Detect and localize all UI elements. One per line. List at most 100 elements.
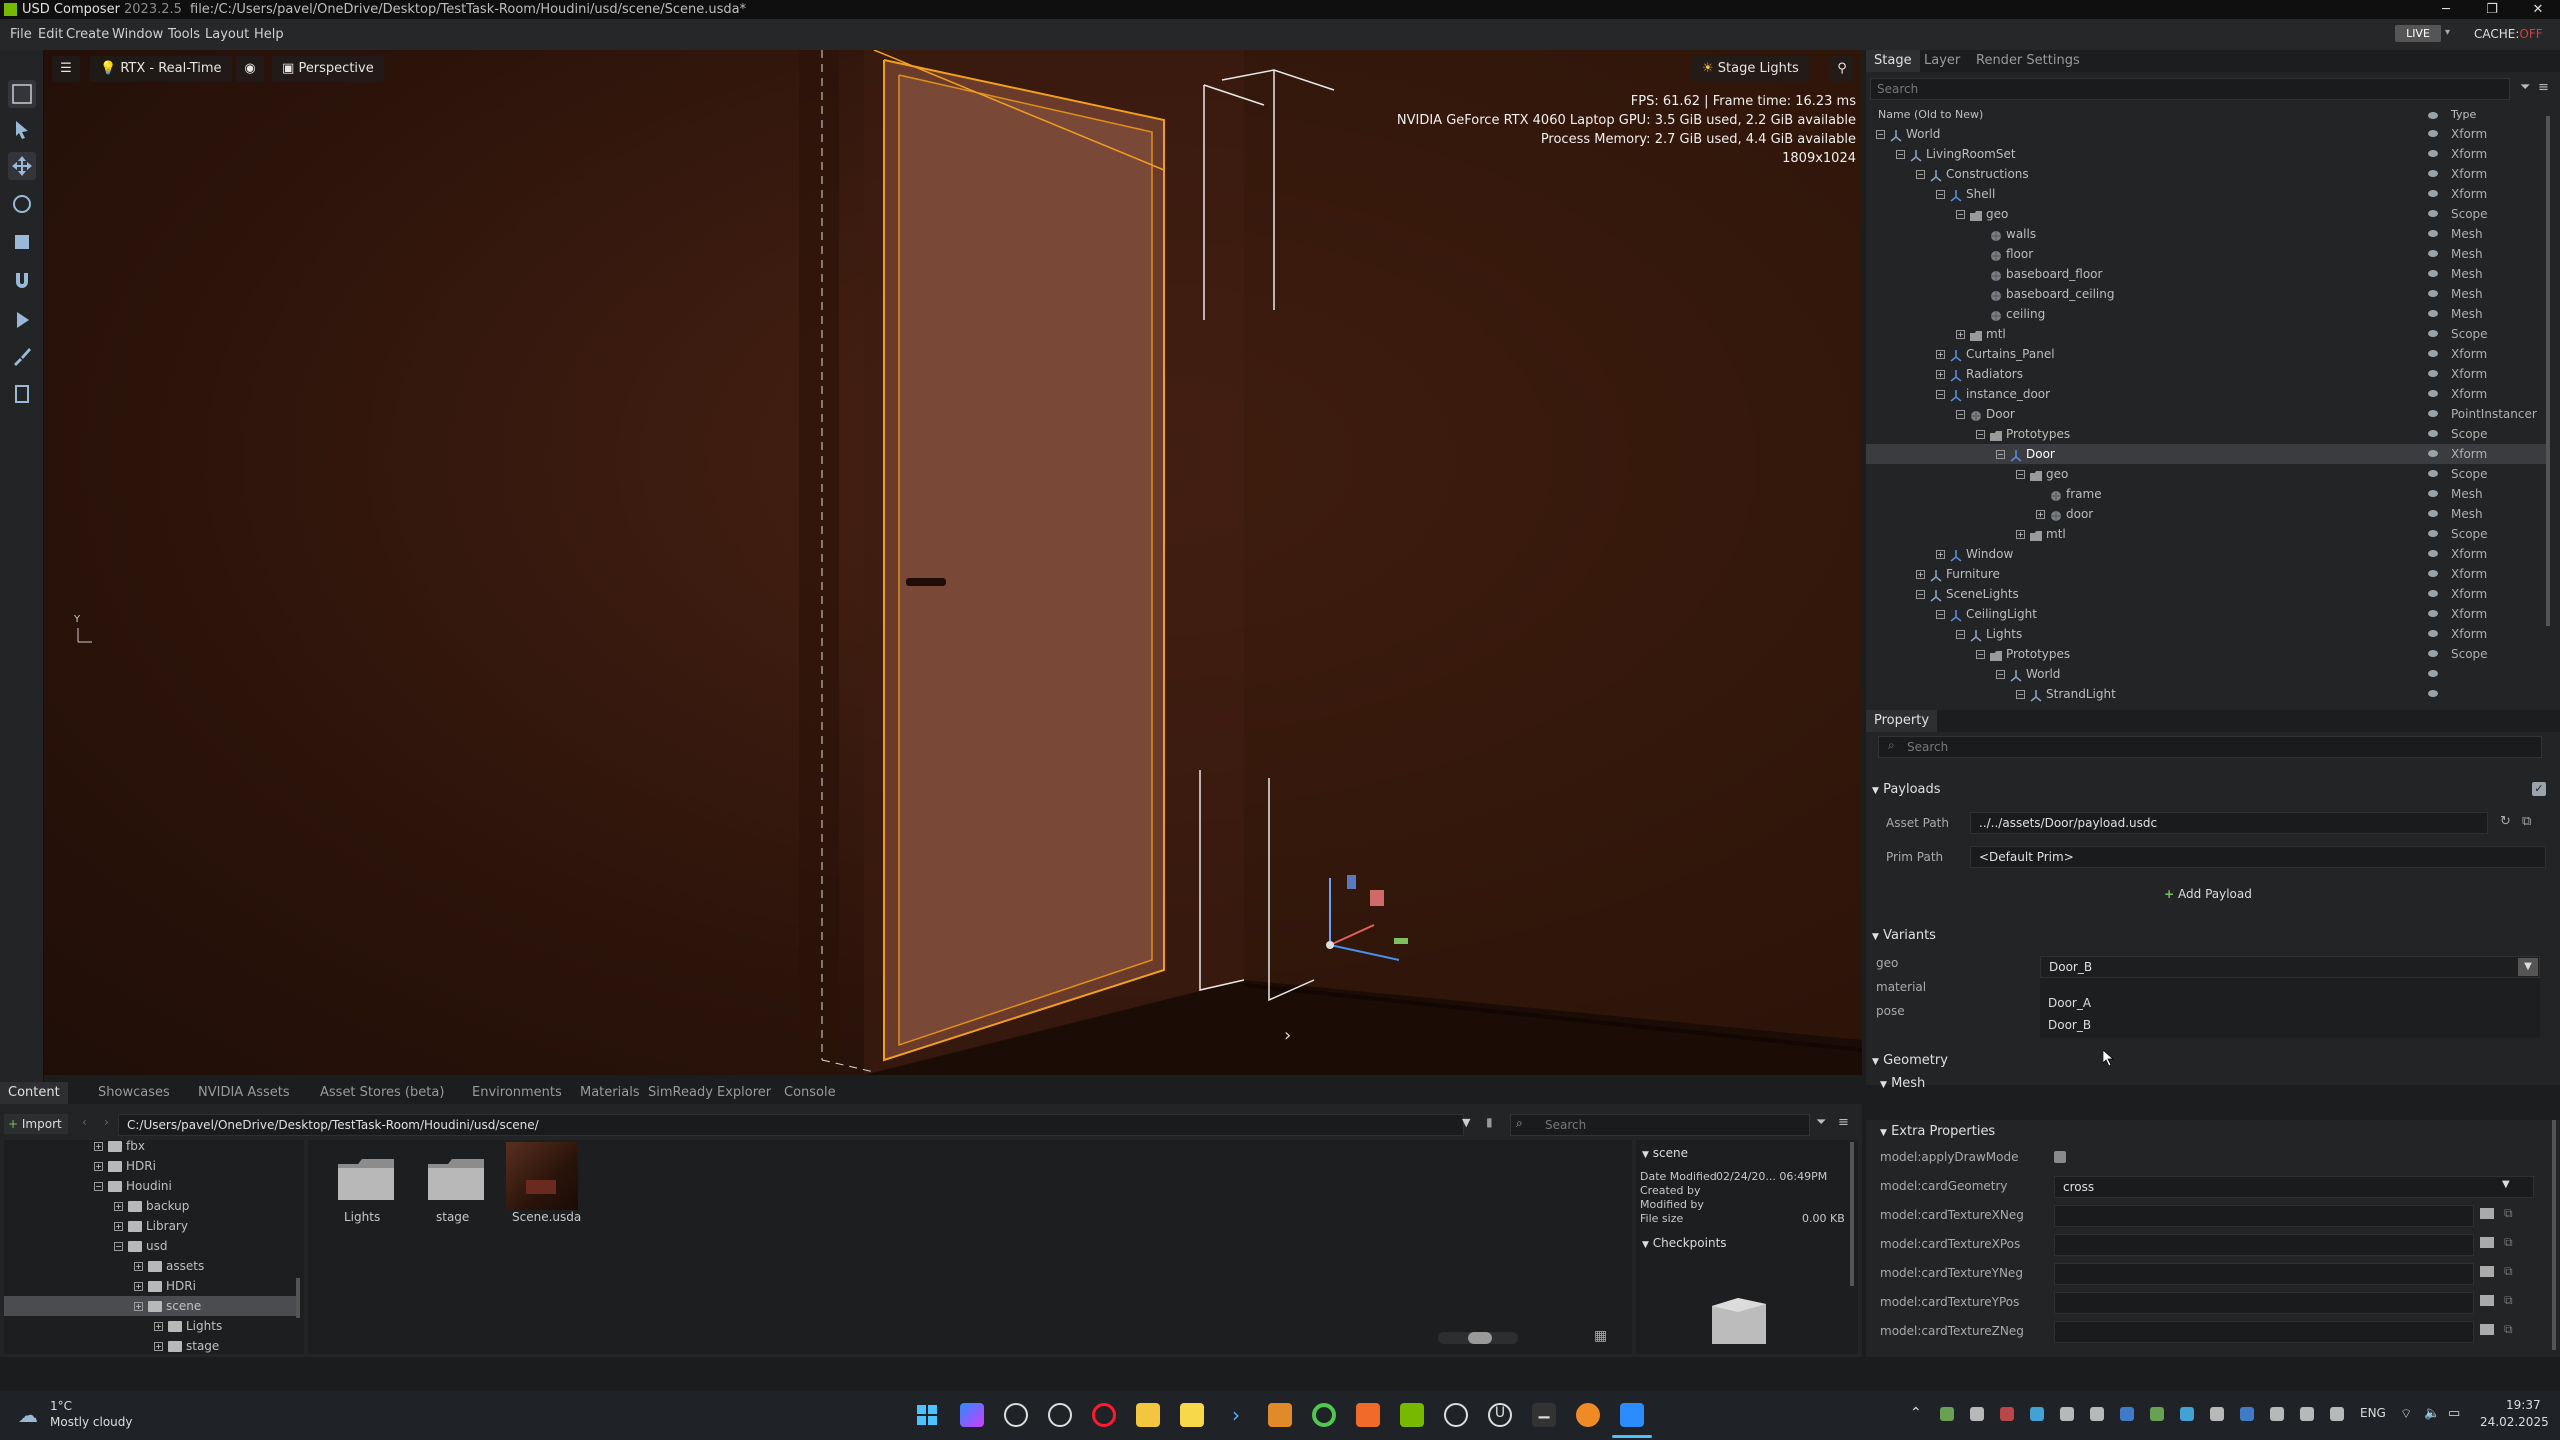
tray-app-10-icon[interactable] — [2210, 1407, 2224, 1421]
visibility-eye-icon[interactable] — [2428, 630, 2438, 637]
visibility-eye-icon[interactable] — [2428, 650, 2438, 657]
stage-tree-row[interactable]: + Curtains_Panel Xform — [1866, 344, 2546, 364]
collapse-icon[interactable]: − — [1936, 610, 1945, 619]
reload-icon[interactable]: ↻ — [2500, 814, 2511, 829]
stage-tree-row[interactable]: − geo Scope — [1866, 204, 2546, 224]
content-tab[interactable]: Materials — [572, 1082, 648, 1104]
tray-app-11-icon[interactable] — [2240, 1407, 2254, 1421]
stage-tree-row[interactable]: − geo Scope — [1866, 464, 2546, 484]
folder-tree-row[interactable]: − Houdini — [4, 1176, 296, 1196]
stage-tree-row[interactable]: + mtl Scope — [1866, 524, 2546, 544]
maximize-button[interactable]: ❐ — [2474, 0, 2510, 19]
texture-path-field[interactable] — [2054, 1292, 2474, 1314]
collapse-icon[interactable]: − — [1996, 670, 2005, 679]
texture-path-field[interactable] — [2054, 1263, 2474, 1285]
folder-tree-scrollbar[interactable] — [296, 1278, 300, 1318]
viewport-settings-icon[interactable]: ☰ — [52, 56, 80, 82]
stage-tree-row[interactable]: − CeilingLight Xform — [1866, 604, 2546, 624]
stage-tree-row[interactable]: − Constructions Xform — [1866, 164, 2546, 184]
tray-app-7-icon[interactable] — [2120, 1407, 2134, 1421]
expand-icon[interactable]: + — [94, 1162, 103, 1171]
tray-chevron-icon[interactable]: ⌃ — [1910, 1405, 1922, 1421]
visibility-eye-icon[interactable] — [2428, 290, 2438, 297]
zoom-slider[interactable] — [1438, 1332, 1518, 1344]
grid-view-icon[interactable]: ▦ — [1594, 1328, 1607, 1344]
folder-browse-icon[interactable] — [2480, 1266, 2494, 1277]
folder-icon[interactable] — [336, 1154, 396, 1200]
add-payload-button[interactable]: + Add Payload — [1870, 882, 2546, 906]
link-icon[interactable]: ⧉ — [2504, 1322, 2513, 1337]
visibility-eye-icon[interactable] — [2428, 610, 2438, 617]
move-tool-icon[interactable] — [8, 152, 36, 180]
expand-icon[interactable]: + — [2016, 530, 2025, 539]
live-chevron-icon[interactable]: ▾ — [2445, 27, 2450, 38]
collapse-icon[interactable]: − — [2016, 690, 2025, 699]
menu-create[interactable]: Create — [66, 27, 109, 42]
github-icon[interactable] — [1048, 1403, 1072, 1427]
stage-tree-row[interactable]: − Prototypes Scope — [1866, 644, 2546, 664]
terminal-arrow-icon[interactable]: › — [1224, 1403, 1248, 1427]
stage-tree-row[interactable]: − Lights Xform — [1866, 624, 2546, 644]
stage-lights-button[interactable]: ☀ Stage Lights — [1692, 56, 1809, 82]
stage-tree-row[interactable]: − Door Xform — [1866, 444, 2546, 464]
tray-app-5-icon[interactable] — [2060, 1407, 2074, 1421]
content-tab[interactable]: Asset Stores (beta) — [312, 1082, 452, 1104]
texture-path-field[interactable] — [2054, 1205, 2474, 1227]
tray-app-14-icon[interactable] — [2330, 1407, 2344, 1421]
dropdown-arrow-icon[interactable]: ▼ — [2518, 958, 2538, 976]
dropdown-arrow-icon[interactable]: ▼ — [2502, 1179, 2510, 1190]
opera-icon[interactable] — [1092, 1403, 1116, 1427]
tray-app-3-icon[interactable] — [2000, 1407, 2014, 1421]
info-scrollbar[interactable] — [1850, 1142, 1854, 1286]
folder-tree-row[interactable]: + Library — [4, 1216, 296, 1236]
wifi-icon[interactable]: ⌔ — [2400, 1406, 2412, 1422]
collapse-icon[interactable]: − — [1956, 410, 1965, 419]
col-type-header[interactable]: Type — [2451, 108, 2476, 121]
visibility-eye-icon[interactable] — [2428, 450, 2438, 457]
visibility-eye-icon[interactable] — [2428, 590, 2438, 597]
menu-icon[interactable]: ≡ — [1838, 1115, 1849, 1130]
chevron-right-icon[interactable]: › — [1284, 1025, 1291, 1046]
stage-tree-row[interactable]: − Prototypes Scope — [1866, 424, 2546, 444]
blender-icon[interactable] — [1576, 1403, 1600, 1427]
extra-properties-section[interactable]: ▼ Extra Properties — [1874, 1120, 2554, 1144]
copilot-icon[interactable] — [960, 1403, 984, 1427]
variants-section[interactable]: ▼ Variants — [1866, 924, 2546, 948]
expand-icon[interactable]: + — [1956, 330, 1965, 339]
battery-icon[interactable]: ▭ — [2448, 1406, 2460, 1421]
expand-icon[interactable]: + — [1936, 370, 1945, 379]
visibility-eye-icon[interactable] — [2428, 130, 2438, 137]
mesh-section[interactable]: ▼ Mesh — [1874, 1072, 2554, 1096]
card-geometry-select[interactable]: cross — [2054, 1176, 2534, 1198]
content-search-input[interactable]: Search — [1510, 1114, 1810, 1136]
variant-option-door-a[interactable]: Door_A — [2048, 996, 2091, 1010]
asset-path-field[interactable]: ../../assets/Door/payload.usdc — [1970, 812, 2488, 834]
file-explorer-icon[interactable] — [1136, 1403, 1160, 1427]
visibility-eye-icon[interactable] — [2428, 170, 2438, 177]
expand-icon[interactable]: + — [114, 1222, 123, 1231]
folder-browse-icon[interactable] — [2480, 1237, 2494, 1248]
menu-layout[interactable]: Layout — [205, 27, 249, 42]
sticky-notes-icon[interactable] — [1180, 1403, 1204, 1427]
tray-app-1-icon[interactable] — [1940, 1407, 1954, 1421]
expand-icon[interactable]: + — [114, 1202, 123, 1211]
stage-tree-row[interactable]: floor Mesh — [1866, 244, 2546, 264]
collapse-icon[interactable]: − — [1916, 590, 1925, 599]
terminal-icon[interactable]: ▁ — [1532, 1403, 1556, 1427]
camera-button[interactable]: ▣ Perspective — [272, 56, 384, 82]
link-icon[interactable]: ⧉ — [2504, 1264, 2513, 1279]
collapse-icon[interactable]: − — [1996, 450, 2005, 459]
property-search-input[interactable]: Search — [1878, 736, 2542, 758]
visibility-eye-icon[interactable] — [2428, 510, 2438, 517]
visibility-eye-icon[interactable] — [2428, 250, 2438, 257]
filter-icon[interactable]: ⏷ — [1816, 1115, 1826, 1130]
folder-browse-icon[interactable] — [2480, 1324, 2494, 1335]
path-dropdown-icon[interactable]: ▼ — [1462, 1116, 1470, 1129]
content-tab[interactable]: Environments — [464, 1082, 570, 1104]
visibility-eye-icon[interactable] — [2428, 410, 2438, 417]
stage-tree-row[interactable]: walls Mesh — [1866, 224, 2546, 244]
collapse-icon[interactable]: − — [1956, 210, 1965, 219]
davinci-icon[interactable] — [1444, 1403, 1468, 1427]
tray-app-4-icon[interactable] — [2030, 1407, 2044, 1421]
visibility-eye-icon[interactable] — [2428, 210, 2438, 217]
